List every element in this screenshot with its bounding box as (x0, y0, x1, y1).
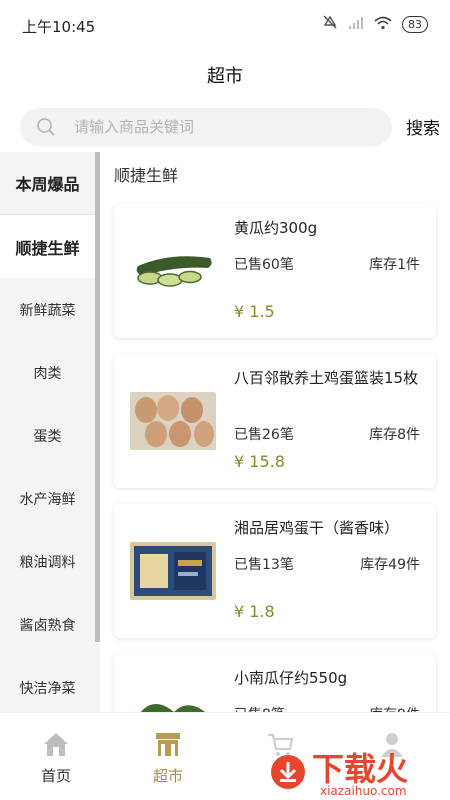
sidebar-item-deli[interactable]: 酱卤熟食 (0, 593, 95, 656)
product-name: 八百邻散养土鸡蛋篮装15枚 (234, 369, 419, 387)
product-price: ¥ 15.8 (234, 452, 285, 471)
product-stock: 库存9件 (369, 704, 420, 712)
watermark-subtext: xiazaihuo.com (320, 784, 407, 798)
sidebar-item-label: 肉类 (33, 365, 62, 382)
product-image-eggs (130, 392, 216, 450)
product-sold-count: 已售26笔 (234, 427, 294, 443)
product-sold-count: 已售8笔 (234, 704, 285, 712)
sidebar-item-label: 本周爆品 (15, 175, 80, 194)
search-row: 搜索 (0, 108, 450, 148)
search-icon (36, 117, 56, 141)
product-sold-count: 已售60笔 (234, 257, 294, 273)
tab-supermarket[interactable]: 超市 (112, 713, 224, 800)
tab-home[interactable]: 首页 (0, 713, 112, 800)
sidebar-item-label: 酱卤熟食 (19, 617, 76, 634)
sidebar-item-seafood[interactable]: 水产海鲜 (0, 467, 95, 530)
sidebar-item-fresh[interactable]: 顺捷生鲜 (0, 215, 95, 278)
page-title: 超市 (207, 66, 243, 87)
search-button[interactable]: 搜索 (406, 114, 440, 139)
signal-icon (348, 15, 364, 34)
product-list-area: 顺捷生鲜 黄瓜约300g 已售60笔 库存1件 ¥ 1.5 八百邻散养土鸡蛋篮装… (100, 152, 450, 712)
wifi-icon (374, 15, 392, 34)
home-icon (42, 731, 70, 761)
sidebar-item-label: 粮油调料 (19, 554, 76, 571)
watermark: 下载火 xiazaihuo.com (242, 744, 442, 800)
product-stock: 库存1件 (369, 257, 420, 273)
watermark-logo-icon (268, 752, 308, 796)
sidebar-item-meat[interactable]: 肉类 (0, 341, 95, 404)
sidebar-item-label: 快洁净菜 (19, 680, 76, 697)
status-icons: 83 (322, 14, 428, 34)
sidebar-item-weekly-hot[interactable]: 本周爆品 (0, 152, 95, 215)
status-time: 上午10:45 (22, 18, 96, 36)
product-price: ¥ 1.8 (234, 602, 275, 621)
product-image-egg-tofu (130, 542, 216, 600)
product-sold-count: 已售13笔 (234, 557, 294, 573)
section-title: 顺捷生鲜 (114, 166, 179, 185)
product-stock: 库存49件 (360, 557, 420, 573)
product-card[interactable]: 湘品居鸡蛋干（酱香味） 已售13笔 库存49件 ¥ 1.8 (114, 504, 436, 638)
product-price: ¥ 1.5 (234, 302, 275, 321)
sidebar-item-label: 新鲜蔬菜 (19, 302, 76, 319)
product-name: 黄瓜约300g (234, 219, 318, 237)
sidebar-item-vegetables[interactable]: 新鲜蔬菜 (0, 278, 95, 341)
tab-label: 超市 (152, 767, 183, 785)
title-bar: 超市 (0, 52, 450, 102)
product-card[interactable]: 黄瓜约300g 已售60笔 库存1件 ¥ 1.5 (114, 204, 436, 338)
sidebar-item-grain-oil[interactable]: 粮油调料 (0, 530, 95, 593)
product-image-cucumber (130, 242, 216, 300)
status-bar: 上午10:45 83 (0, 0, 450, 52)
sidebar-item-eggs[interactable]: 蛋类 (0, 404, 95, 467)
sidebar-item-label: 水产海鲜 (19, 491, 76, 508)
sidebar-item-label: 蛋类 (33, 428, 62, 445)
sidebar-item-prepared[interactable]: 快洁净菜 (0, 656, 95, 712)
product-card[interactable]: 八百邻散养土鸡蛋篮装15枚 已售26笔 库存8件 ¥ 15.8 (114, 354, 436, 488)
battery-indicator: 83 (402, 15, 428, 33)
product-image-pumpkin (130, 692, 216, 712)
tab-label: 首页 (40, 767, 71, 785)
product-name: 小南瓜仔约550g (234, 669, 348, 687)
store-icon (154, 731, 182, 761)
search-box[interactable] (20, 108, 392, 146)
mute-icon (322, 14, 338, 34)
category-sidebar: 本周爆品 顺捷生鲜 新鲜蔬菜 肉类 蛋类 水产海鲜 粮油调料 酱卤熟食 快洁净菜 (0, 152, 100, 712)
product-card[interactable]: 小南瓜仔约550g 已售8笔 库存9件 (114, 654, 436, 712)
product-name: 湘品居鸡蛋干（酱香味） (234, 519, 400, 537)
search-input[interactable] (74, 108, 374, 146)
sidebar-item-label: 顺捷生鲜 (15, 238, 80, 258)
product-stock: 库存8件 (369, 427, 420, 443)
